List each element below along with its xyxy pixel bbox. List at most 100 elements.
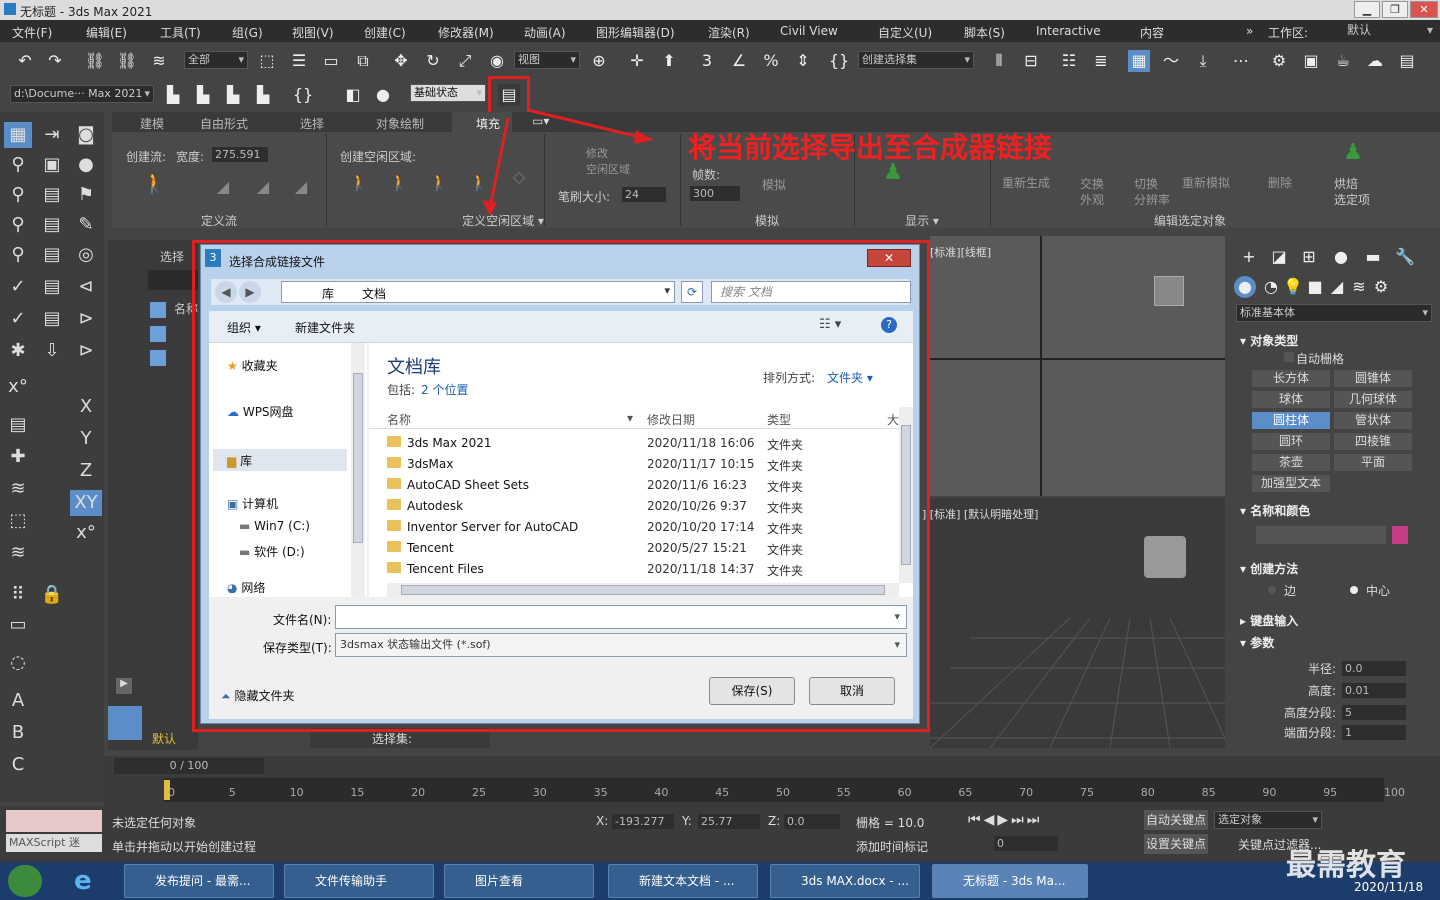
cone-button[interactable]: 圆锥体 (1334, 370, 1412, 387)
tab-selection[interactable]: 选择 (300, 115, 324, 132)
mirror-icon[interactable]: ⫴ (988, 50, 1010, 72)
time-slider[interactable]: 0 / 100 (114, 758, 264, 774)
start-button[interactable] (8, 865, 42, 897)
scene-select-label[interactable]: 选择 (160, 248, 184, 265)
spacewarps-icon[interactable]: ≋ (1348, 276, 1370, 298)
idle-area-icon-3[interactable]: 🚶 (428, 172, 450, 194)
flow-edit-icon[interactable]: ◢ (212, 176, 234, 198)
link-icon[interactable]: ⛓ (84, 50, 106, 72)
named-selection-dropdown[interactable]: 创建选择集 (858, 51, 974, 69)
spinner-snap-icon[interactable]: ⇕ (792, 50, 814, 72)
move-icon[interactable]: ✥ (390, 50, 412, 72)
align-icon[interactable]: ⊟ (1020, 50, 1042, 72)
state-icon[interactable]: ◧ (342, 84, 364, 106)
paint-select-icon[interactable]: ⚲ (4, 182, 32, 208)
filter-icon-3[interactable] (150, 350, 166, 366)
task-3dsmax[interactable]: 无标题 - 3ds Ma... (932, 864, 1088, 898)
tool-icon-29[interactable]: ⠿ (4, 582, 32, 608)
task-image-viewer[interactable]: 图片查看 (444, 864, 594, 898)
object-category-dropdown[interactable]: 标准基本体 (1236, 304, 1432, 322)
geometry-icon[interactable]: ● (1234, 276, 1256, 298)
plane-button[interactable]: 平面 (1334, 454, 1412, 471)
pivot-tool-icon[interactable]: ⚲ (4, 242, 32, 268)
utilities-tab-icon[interactable]: 🔧 (1394, 246, 1416, 268)
xp-icon[interactable]: x° (4, 374, 32, 400)
edge-radio[interactable] (1268, 586, 1276, 594)
tool-icon-18[interactable]: ✓ (4, 306, 32, 332)
name-color-rollout[interactable]: ▾ 名称和颜色 (1240, 502, 1310, 519)
geosphere-button[interactable]: 几何球体 (1334, 391, 1412, 408)
edit-named-sets-icon[interactable]: {} (828, 50, 850, 72)
sphere-tool-icon[interactable]: ● (72, 152, 100, 178)
idle-area-icon[interactable]: 🚶 (348, 172, 370, 194)
auto-key-button[interactable]: 自动关键点 (1144, 810, 1208, 830)
create-flow-icon[interactable]: 🚶 (142, 172, 167, 194)
box-tool-icon[interactable]: ▣ (38, 152, 66, 178)
tool-icon-24[interactable]: ▤ (4, 412, 32, 438)
menu-content[interactable]: 内容 (1140, 24, 1164, 41)
tool-icon-21[interactable]: ✱ (4, 338, 32, 364)
tool-icon-27[interactable]: ⬚ (4, 508, 32, 534)
menu-animation[interactable]: 动画(A) (524, 24, 566, 41)
menu-create[interactable]: 创建(C) (364, 24, 406, 41)
tool-icon-28[interactable]: ≋ (4, 540, 32, 566)
edit-poly-icon[interactable]: ⇥ (38, 122, 66, 148)
curve-editor-icon[interactable]: 〜 (1160, 50, 1182, 72)
snaps-toggle-icon[interactable]: 3 (696, 50, 718, 72)
explorer-collapse-icon[interactable]: ▶ (116, 678, 132, 694)
cap-segs-field[interactable]: 1 (1342, 725, 1406, 740)
viewport-top[interactable]: [标准][线框] (930, 236, 1225, 496)
maximize-button[interactable]: ❐ (1382, 1, 1408, 18)
sphere-button[interactable]: 球体 (1252, 391, 1330, 408)
coord-y-field[interactable]: 25.77 (698, 814, 760, 829)
textplus-button[interactable]: 加强型文本 (1252, 475, 1330, 492)
menu-graph-editors[interactable]: 图形编辑器(D) (596, 24, 675, 41)
systems-icon[interactable]: ⚙ (1370, 276, 1392, 298)
text-b-icon[interactable]: B (4, 720, 32, 746)
scale-icon[interactable]: ⤢ (454, 50, 476, 72)
angle-snap-icon[interactable]: ∠ (728, 50, 750, 72)
motion-tab-icon[interactable]: ● (1330, 246, 1352, 268)
minimize-button[interactable]: ▁ (1354, 1, 1380, 18)
bake-icon[interactable]: ♟ (1342, 142, 1364, 164)
select-object-icon[interactable]: ⬚ (256, 50, 278, 72)
state-set-icon-2[interactable]: ▙ (192, 84, 214, 106)
tool-icon-23[interactable]: ⊳ (72, 338, 100, 364)
width-field[interactable]: 275.591 (212, 147, 268, 162)
redo-icon[interactable]: ↷ (44, 50, 66, 72)
tube-button[interactable]: 管状体 (1334, 412, 1412, 429)
menu-rendering[interactable]: 渲染(R) (708, 24, 750, 41)
section-display[interactable]: 显示 ▾ (854, 212, 990, 228)
hierarchy-tab-icon[interactable]: ⊞ (1298, 246, 1320, 268)
layer-tool-icon[interactable]: ▤ (38, 212, 66, 238)
menu-file[interactable]: 文件(F) (12, 24, 52, 41)
object-color-swatch[interactable] (1392, 526, 1408, 544)
cylinder-button[interactable]: 圆柱体 (1252, 412, 1330, 429)
stack-icon[interactable]: ▤ (38, 182, 66, 208)
tool-icon-31[interactable]: ▭ (4, 612, 32, 638)
axis-x-icon[interactable]: X (72, 394, 100, 420)
camera-icon[interactable]: ◙ (72, 122, 100, 148)
ribbon-toggle-icon[interactable]: ▦ (1128, 50, 1150, 72)
tool-icon-26[interactable]: ≋ (4, 476, 32, 502)
material-editor-icon[interactable]: ⋯ (1230, 50, 1252, 72)
playback-controls[interactable]: ⏮◀▶⏭⏭ (968, 812, 1042, 828)
tab-object-paint[interactable]: 对象绘制 (376, 115, 424, 132)
explorer-grid-icon[interactable] (108, 706, 142, 740)
object-name-field[interactable] (1256, 526, 1386, 544)
create-tab-icon[interactable]: + (1238, 246, 1260, 268)
regenerate-button[interactable]: 重新生成 (1002, 174, 1050, 191)
set-key-button[interactable]: 设置关键点 (1144, 834, 1208, 854)
display-tab-icon[interactable]: ▬ (1362, 246, 1384, 268)
render-icon[interactable]: ☕ (1332, 50, 1354, 72)
tool-icon-25[interactable]: ✚ (4, 444, 32, 470)
tool-icon-20[interactable]: ⊳ (72, 306, 100, 332)
delete-button[interactable]: 删除 (1268, 174, 1292, 191)
key-mode-dropdown[interactable]: 选定对象 (1214, 811, 1322, 829)
menu-group[interactable]: 组(G) (232, 24, 263, 41)
axis-z-icon[interactable]: Z (72, 458, 100, 484)
bind-space-warp-icon[interactable]: ≋ (148, 50, 170, 72)
brace-icon[interactable]: {} (292, 84, 314, 106)
viewcube-persp-icon[interactable] (1144, 536, 1186, 578)
render-frame-icon[interactable]: ▣ (1300, 50, 1322, 72)
